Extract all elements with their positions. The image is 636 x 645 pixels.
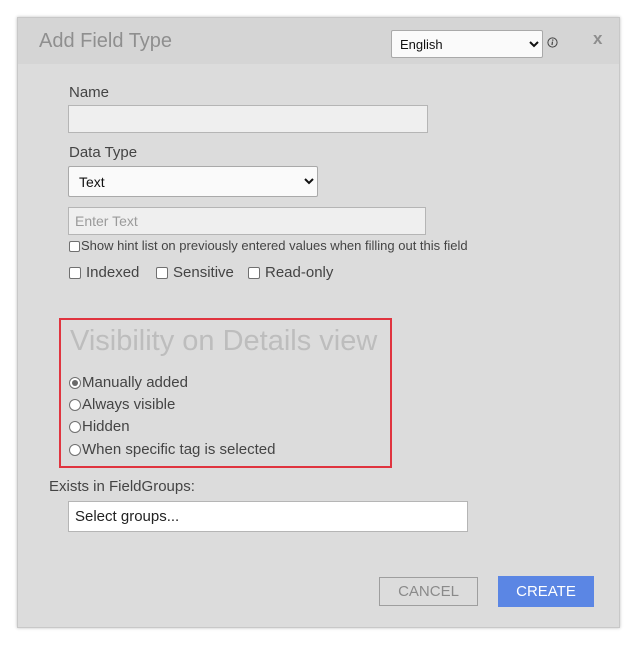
radio-specific-tag-label: When specific tag is selected: [82, 441, 276, 458]
indexed-label: Indexed: [86, 264, 140, 281]
radio-specific-tag[interactable]: [69, 444, 81, 456]
language-select[interactable]: English: [391, 30, 543, 58]
visibility-section: Visibility on Details view Manually adde…: [59, 318, 392, 468]
sensitive-checkbox[interactable]: [156, 267, 168, 279]
field-groups-input[interactable]: [68, 501, 468, 532]
close-button[interactable]: x: [593, 29, 602, 49]
default-text-input[interactable]: [68, 207, 426, 235]
radio-manually-added-label: Manually added: [82, 374, 188, 391]
create-button[interactable]: CREATE: [498, 576, 594, 607]
info-icon[interactable]: [547, 37, 558, 48]
visibility-title: Visibility on Details view: [70, 325, 378, 357]
name-input[interactable]: [68, 105, 428, 133]
radio-always-visible[interactable]: [69, 399, 81, 411]
add-field-type-dialog: Add Field Type English x Name Data Type …: [17, 17, 620, 628]
read-only-checkbox[interactable]: [248, 267, 260, 279]
radio-always-visible-label: Always visible: [82, 396, 176, 413]
data-type-label: Data Type: [69, 144, 138, 161]
sensitive-label: Sensitive: [173, 264, 234, 281]
radio-hidden-label: Hidden: [82, 418, 130, 435]
radio-hidden[interactable]: [69, 421, 81, 433]
name-label: Name: [69, 84, 110, 101]
dialog-header: Add Field Type English x: [18, 18, 619, 64]
cancel-button[interactable]: CANCEL: [379, 577, 478, 606]
data-type-select[interactable]: Text: [68, 166, 318, 197]
hint-list-label: Show hint list on previously entered val…: [81, 238, 468, 253]
field-groups-label: Exists in FieldGroups:: [49, 478, 195, 495]
hint-list-checkbox[interactable]: [69, 241, 80, 252]
read-only-label: Read-only: [265, 264, 334, 281]
dialog-title: Add Field Type: [39, 30, 173, 52]
indexed-checkbox[interactable]: [69, 267, 81, 279]
radio-manually-added[interactable]: [69, 377, 81, 389]
